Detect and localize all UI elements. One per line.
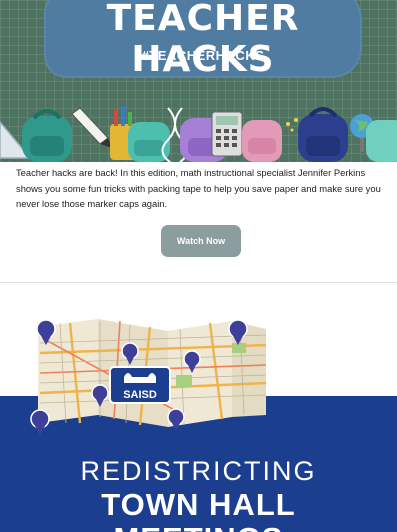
green-backpack-icon — [22, 109, 72, 162]
sparkle-dots-icon — [286, 118, 298, 132]
location-pin-icon — [30, 409, 50, 435]
saisd-logo: SAISD — [109, 366, 171, 404]
watch-now-button[interactable]: Watch Now — [161, 225, 241, 257]
hero-title: TEACHER HACKS — [106, 0, 300, 80]
district-map-illustration: SAISD — [30, 319, 267, 435]
pencil-icon — [71, 107, 112, 148]
saisd-logo-text: SAISD — [123, 389, 157, 401]
teacher-hacks-hero-image[interactable]: TEACHER HACKS #TEACHERHACKS — [0, 0, 397, 162]
banner-heading-line1: REDISTRICTING — [80, 456, 317, 486]
town-hall-banner-image[interactable]: SAISD REDISTRICTING TOWN HALL MEETINGS — [0, 283, 397, 532]
banner-heading-line2: TOWN HALL — [101, 487, 296, 522]
school-supplies-illustration — [0, 106, 397, 162]
banner-heading-line3: MEETINGS — [0, 521, 397, 532]
teacher-hacks-description: Teacher hacks are back! In this edition,… — [16, 167, 381, 209]
location-pin-icon — [167, 408, 185, 431]
navy-backpack-icon — [298, 107, 348, 162]
calculator-icon — [211, 111, 243, 157]
hero-hashtag: #TEACHERHACKS — [141, 48, 265, 63]
pink-backpack-icon — [242, 120, 282, 162]
mint-backpack-icon — [366, 120, 397, 162]
